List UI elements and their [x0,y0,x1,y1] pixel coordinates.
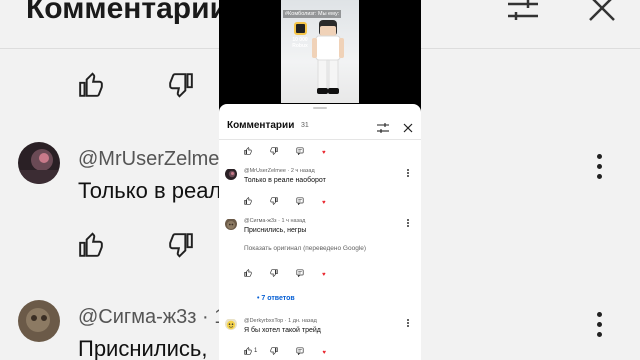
close-icon [588,0,616,27]
comment-actions: ♥ [244,268,326,278]
comment-actions: 1 ♥ [244,346,326,356]
bg-comment-2-text: Приснились, [78,336,208,360]
reply-icon[interactable] [296,147,304,155]
comment-actions: ♥ [244,146,326,156]
thumb-down-icon[interactable] [270,347,279,355]
bg-comment-1-handle: @MrUserZelmee [78,148,231,170]
thumb-down-icon[interactable] [270,147,278,155]
close-icon[interactable] [403,120,413,138]
heart-icon: ♥ [322,150,326,156]
comment-meta[interactable]: @Сигма-ж3з · 1 ч назад [244,218,305,224]
avatar-figure [312,20,344,94]
thumb-up-icon[interactable] [244,147,252,155]
more-vert-icon[interactable] [407,219,409,229]
more-vert-icon [597,154,603,184]
comment-author[interactable]: @Сигма-ж3з [244,218,277,224]
heart-icon: ♥ [322,272,326,278]
comments-title: Комментарии [227,120,295,131]
comment-text: Я бы хотел такой трейд [244,327,321,334]
more-vert-icon[interactable] [407,319,409,329]
heart-icon: ♥ [322,200,326,206]
thumb-up-icon [78,232,104,263]
bg-comment-1-text: Только в реале [78,178,234,203]
thumb-down-icon[interactable] [270,197,278,205]
filter-icon[interactable] [377,120,389,138]
comment-meta[interactable]: @MrUserZelmee · 2 ч назад [244,168,315,174]
comment-author[interactable]: @MrUserZelmee [244,168,286,174]
comment-text: Приснились, негры [244,227,307,234]
filter-icon [506,0,540,27]
thumb-down-icon [168,72,194,103]
comment-text: Только в реале наоборот [244,177,326,184]
avatar[interactable] [225,318,237,330]
comment-time: 1 дн. назад [288,318,317,324]
phone-frame: #Комболизг: Мы ему: 10 000 Robux Коммент… [219,0,421,360]
comment-actions: ♥ [244,196,326,206]
comments-sheet: Комментарии 31 ♥ @MrUserZelmee · 2 ч наз… [219,104,421,360]
thumb-up-icon[interactable] [244,347,252,355]
comment-time: 1 ч назад [281,218,306,224]
more-vert-icon [597,312,603,342]
reply-icon[interactable] [296,197,304,205]
comments-header: Комментарии 31 [219,114,421,138]
bg-comment-2-handle: @Сигма-ж3з · 1 [78,306,226,328]
thumb-up-icon[interactable] [244,269,252,277]
drag-handle[interactable] [313,107,327,109]
reply-icon[interactable] [296,269,304,277]
view-replies-button[interactable]: • 7 ответов [257,295,295,302]
thumb-down-icon[interactable] [270,269,278,277]
bg-avatar-2 [18,300,60,342]
comments-count: 31 [301,122,309,129]
robux-coin-icon [293,22,307,35]
comment-meta[interactable]: @DerkyrbxxTop · 1 дн. назад [244,318,317,324]
bg-title: Комментарии [26,0,229,25]
bg-avatar-1 [18,142,60,184]
thumb-down-icon [168,232,194,263]
avatar[interactable] [225,218,237,230]
show-original-link[interactable]: Показать оригинал (переведено Google) [244,245,366,252]
heart-icon: ♥ [322,350,326,356]
header-divider [219,139,421,140]
comment-time: 2 ч назад [290,168,315,174]
like-count: 1 [254,348,258,354]
reply-icon[interactable] [296,347,304,355]
thumb-up-icon[interactable] [244,197,252,205]
thumb-up-icon [78,72,104,103]
more-vert-icon[interactable] [407,169,409,179]
avatar[interactable] [225,168,237,180]
video-player[interactable]: #Комболизг: Мы ему: 10 000 Robux [281,0,359,103]
comment-author[interactable]: @DerkyrbxxTop [244,318,283,324]
